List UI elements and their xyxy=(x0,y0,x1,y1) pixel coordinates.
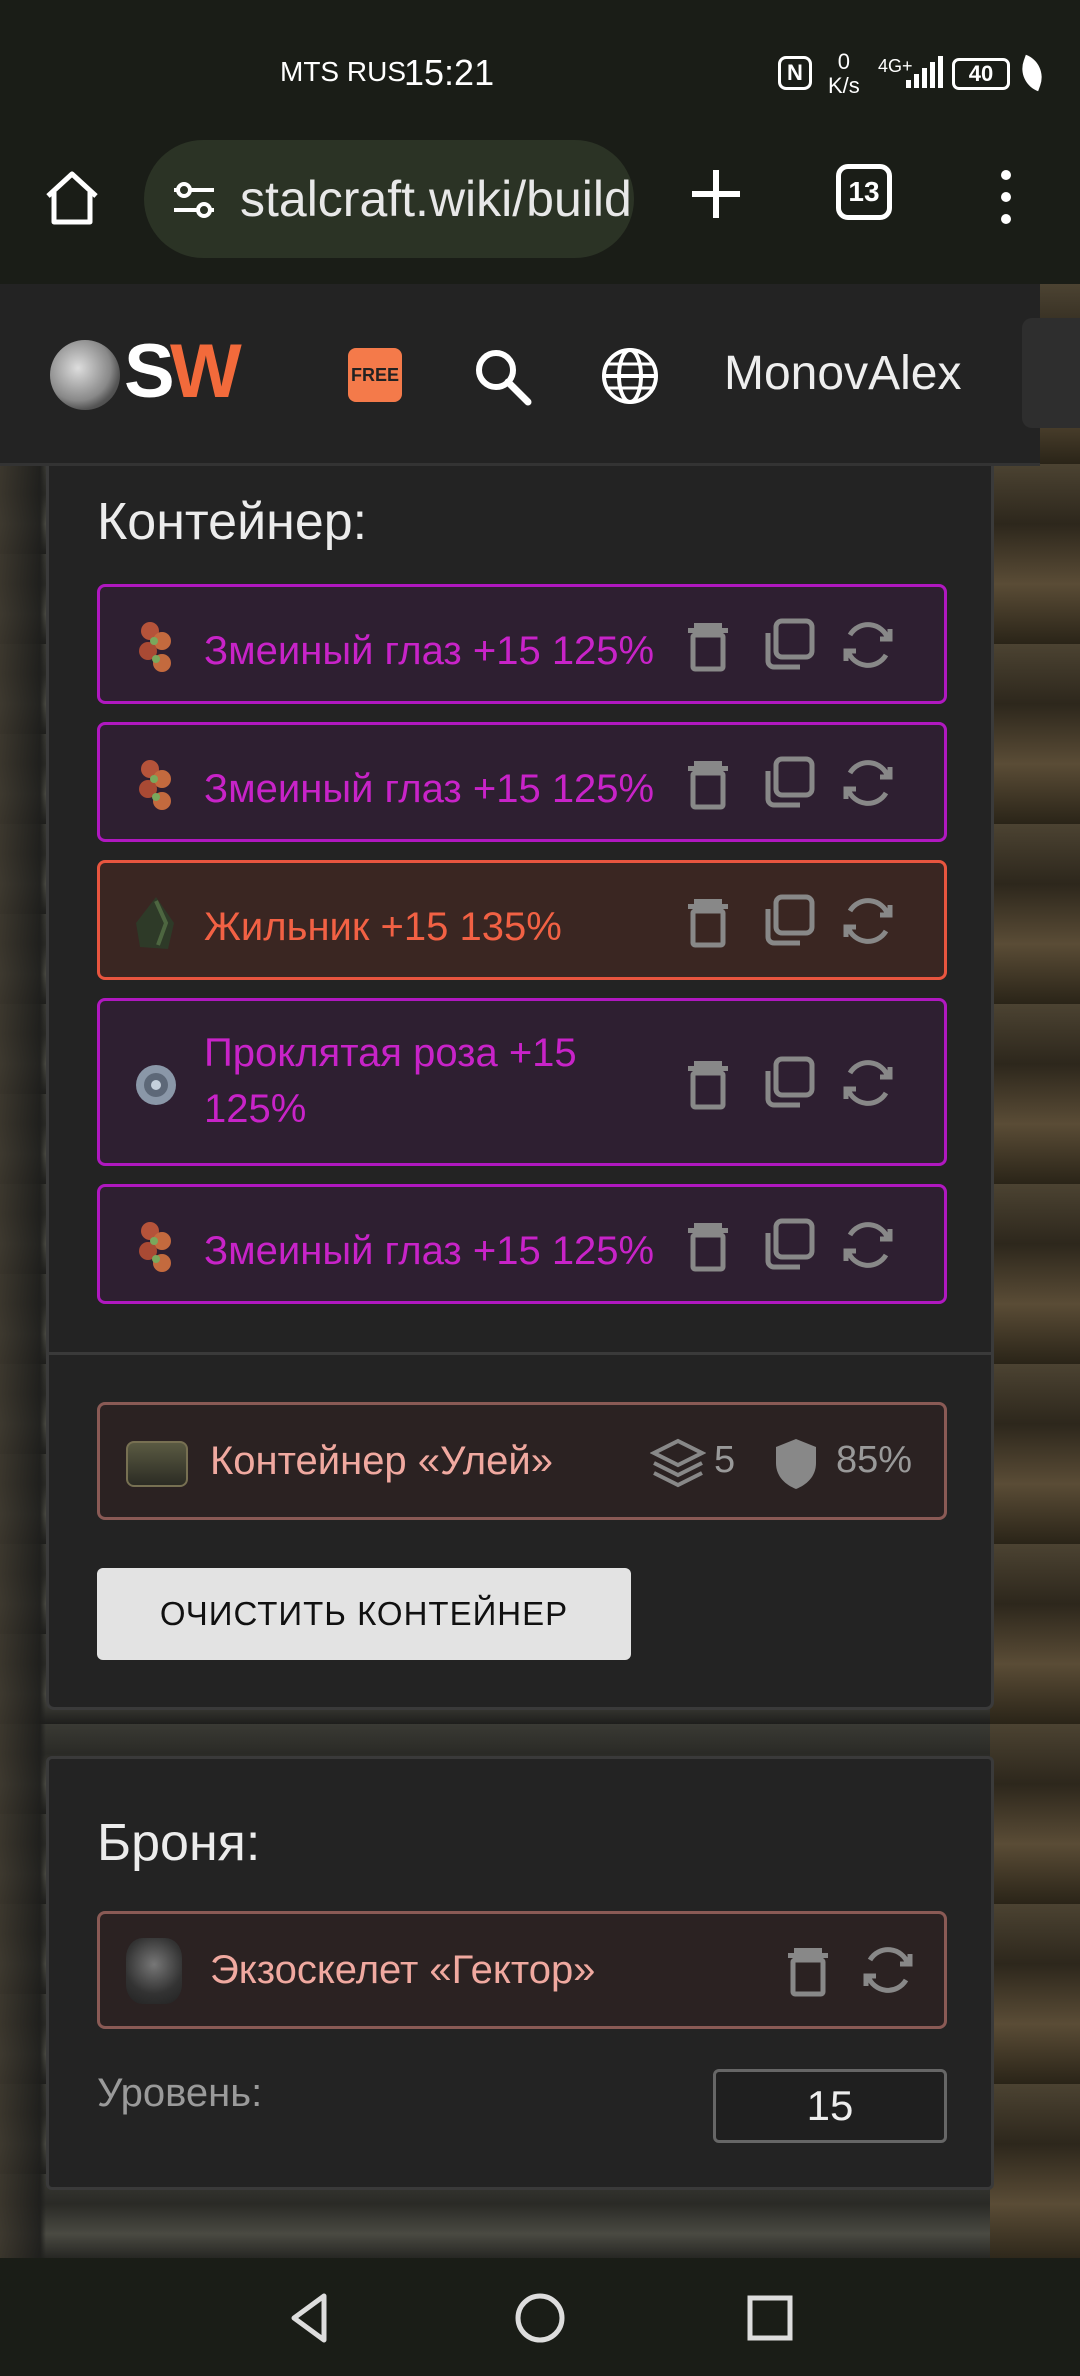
swap-icon[interactable] xyxy=(840,893,896,949)
delete-icon[interactable] xyxy=(780,1942,836,1998)
site-settings-icon[interactable] xyxy=(170,176,218,224)
system-nav-bar xyxy=(0,2258,1080,2376)
copy-icon[interactable] xyxy=(760,893,816,949)
armor-panel: Броня: Экзоскелет «Гектор» Уровень: 15 xyxy=(46,1756,994,2190)
more-menu-icon[interactable] xyxy=(996,164,1016,228)
swap-icon[interactable] xyxy=(840,617,896,673)
home-nav-icon[interactable] xyxy=(510,2288,570,2348)
shield-icon xyxy=(776,1439,816,1489)
copy-icon[interactable] xyxy=(760,617,816,673)
container-protection: 85% xyxy=(836,1439,913,1481)
copy-icon[interactable] xyxy=(760,755,816,811)
battery-icon: 40 xyxy=(952,58,1010,90)
snake-eye-artifact-icon xyxy=(139,1222,171,1272)
delete-icon[interactable] xyxy=(680,755,736,811)
cursed-rose-artifact-icon xyxy=(136,1065,176,1105)
artifact-name: Змеиный глаз +15 125% xyxy=(204,629,655,673)
hive-container-icon xyxy=(126,1441,188,1487)
speed-value: 0 xyxy=(837,49,851,74)
address-bar[interactable]: stalcraft.wiki/build xyxy=(144,140,634,258)
recents-icon[interactable] xyxy=(740,2288,800,2348)
artifact-name: Проклятая роза +15 125% xyxy=(204,1031,577,1131)
section-divider xyxy=(49,1352,991,1355)
container-item-row[interactable]: Контейнер «Улей» 5 85% xyxy=(97,1402,947,1520)
eco-leaf-icon xyxy=(1015,54,1049,92)
delete-icon[interactable] xyxy=(680,1217,736,1273)
artifact-row[interactable]: Змеиный глаз +15 125% xyxy=(97,584,947,704)
network-speed: 0 K/s xyxy=(828,50,860,98)
container-title: Контейнер: xyxy=(97,493,368,551)
side-menu-handle[interactable] xyxy=(1022,318,1080,428)
armor-name: Экзоскелет «Гектор» xyxy=(210,1948,596,1992)
delete-icon[interactable] xyxy=(680,617,736,673)
artifact-row[interactable]: Проклятая роза +15 125% xyxy=(97,998,947,1166)
tab-switcher-button[interactable]: 13 xyxy=(836,164,892,220)
artifact-name: Жильник +15 135% xyxy=(204,905,562,949)
speed-unit: K/s xyxy=(828,73,860,98)
armor-item-row[interactable]: Экзоскелет «Гектор» xyxy=(97,1911,947,2029)
container-panel: Контейнер: Змеиный глаз +15 125% Змеиный… xyxy=(46,466,994,1710)
nfc-icon: N xyxy=(778,56,812,90)
copy-icon[interactable] xyxy=(760,1217,816,1273)
logo-globe-icon[interactable] xyxy=(50,340,120,410)
free-badge[interactable]: FREE xyxy=(348,348,402,402)
snake-eye-artifact-icon xyxy=(139,622,171,672)
container-name: Контейнер «Улей» xyxy=(210,1439,553,1483)
armor-title: Броня: xyxy=(97,1814,261,1872)
swap-icon[interactable] xyxy=(860,1942,916,1998)
back-icon[interactable] xyxy=(280,2288,340,2348)
artifact-name: Змеиный глаз +15 125% xyxy=(204,1229,655,1273)
logo-letter-w[interactable]: W xyxy=(170,328,242,415)
carrier-label: MTS RUS xyxy=(280,56,406,87)
clock: 15:21 xyxy=(404,52,495,93)
container-slots: 5 xyxy=(714,1439,736,1481)
copy-icon[interactable] xyxy=(760,1055,816,1111)
username-link[interactable]: MonovAlex xyxy=(724,346,961,401)
level-label: Уровень: xyxy=(97,2071,263,2115)
search-icon[interactable] xyxy=(470,344,534,408)
url-text: stalcraft.wiki/build xyxy=(240,171,632,227)
browser-toolbar: stalcraft.wiki/build 13 xyxy=(0,140,1080,284)
language-globe-icon[interactable] xyxy=(598,344,662,408)
artifact-row[interactable]: Змеиный глаз +15 125% xyxy=(97,722,947,842)
level-input[interactable]: 15 xyxy=(713,2069,947,2143)
artifact-row[interactable]: Змеиный глаз +15 125% xyxy=(97,1184,947,1304)
clear-container-button[interactable]: ОЧИСТИТЬ КОНТЕЙНЕР xyxy=(97,1568,631,1660)
delete-icon[interactable] xyxy=(680,893,736,949)
swap-icon[interactable] xyxy=(840,755,896,811)
swap-icon[interactable] xyxy=(840,1055,896,1111)
home-icon[interactable] xyxy=(40,166,104,230)
artifact-name: Змеиный глаз +15 125% xyxy=(204,767,655,811)
layers-icon xyxy=(650,1438,706,1488)
new-tab-icon[interactable] xyxy=(684,162,748,226)
zhilnik-artifact-icon xyxy=(136,897,174,949)
swap-icon[interactable] xyxy=(840,1217,896,1273)
snake-eye-artifact-icon xyxy=(139,760,171,810)
signal-icon xyxy=(906,56,943,88)
status-bar: MTS RUS 15:21 N 0 K/s 4G+ 40 xyxy=(0,0,1080,140)
exoskeleton-armor-icon xyxy=(126,1938,182,2004)
site-header: S W FREE MonovAlex xyxy=(0,284,1040,466)
logo-letter-s[interactable]: S xyxy=(124,328,175,415)
artifact-row[interactable]: Жильник +15 135% xyxy=(97,860,947,980)
delete-icon[interactable] xyxy=(680,1055,736,1111)
